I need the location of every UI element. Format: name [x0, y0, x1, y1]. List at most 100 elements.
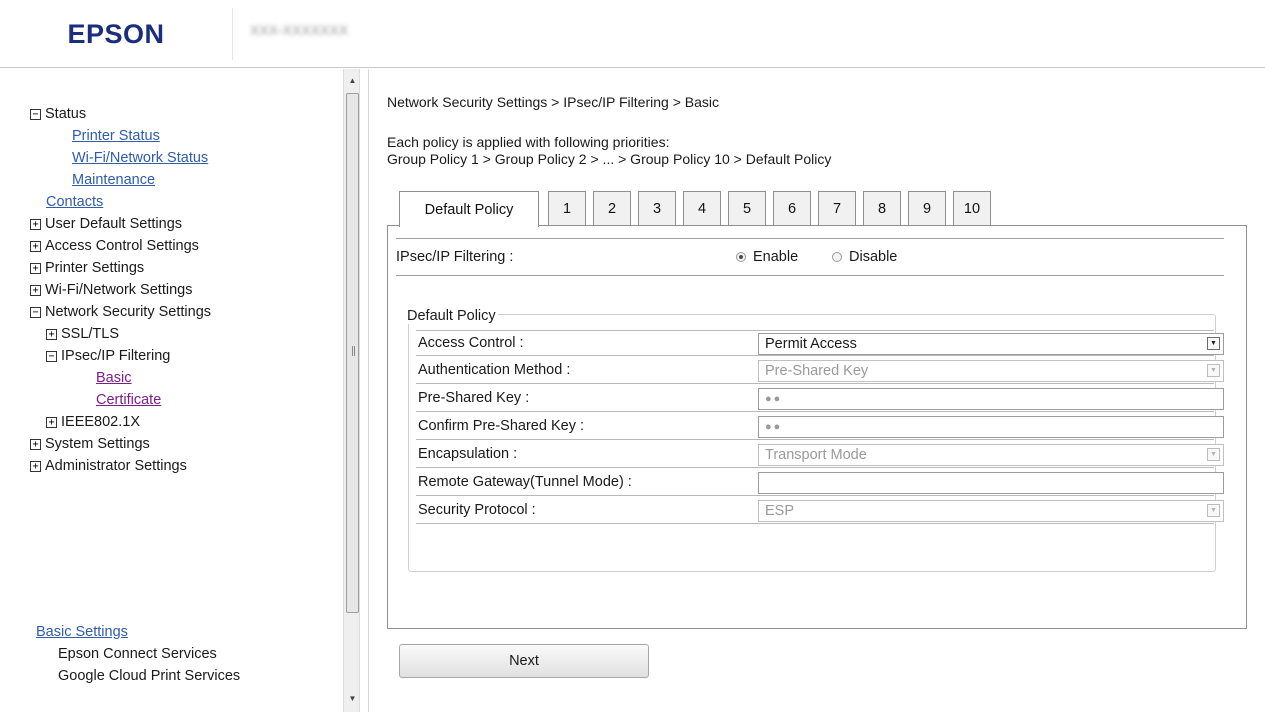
policy-field-row: Pre-Shared Key : ●●: [416, 386, 1224, 412]
expand-icon[interactable]: +: [46, 416, 57, 428]
policy-field-value: Pre-Shared Key: [765, 363, 869, 379]
expand-icon[interactable]: +: [46, 328, 57, 340]
policy-field-row: Confirm Pre-Shared Key : ●●: [416, 414, 1224, 440]
sidebar-item-label[interactable]: IEEE802.1X: [61, 411, 140, 433]
priority-intro: Each policy is applied with following pr…: [387, 134, 670, 150]
disable-radio-option[interactable]: Disable: [832, 249, 897, 265]
tab-group-policy-7[interactable]: 7: [818, 191, 856, 225]
password-input[interactable]: ●●: [758, 388, 1224, 410]
logo-container: EPSON: [0, 0, 232, 68]
chevron-down-icon: ▼: [1207, 364, 1220, 377]
expand-icon[interactable]: +: [30, 438, 41, 450]
epson-logo: EPSON: [67, 18, 165, 49]
policy-field-row: Authentication Method : Pre-Shared Key ▼: [416, 358, 1224, 384]
policy-select: Transport Mode ▼: [758, 444, 1224, 466]
sidebar-item-label[interactable]: Wi-Fi/Network Settings: [45, 279, 192, 301]
sidebar-item-label[interactable]: Printer Status: [72, 125, 160, 147]
scrollbar-thumb[interactable]: [346, 93, 359, 613]
tab-group-policy-5[interactable]: 5: [728, 191, 766, 225]
policy-field-value: Permit Access: [765, 336, 857, 352]
policy-field-row: Security Protocol : ESP ▼: [416, 498, 1224, 524]
sidebar-row: + User Default Settings: [30, 213, 211, 235]
sidebar-item-label[interactable]: Status: [45, 103, 86, 125]
sidebar-item-label[interactable]: Contacts: [46, 191, 103, 213]
policy-field-label: Remote Gateway(Tunnel Mode) :: [418, 474, 632, 490]
sidebar-row: Maintenance: [30, 169, 211, 191]
sidebar-item-label[interactable]: Certificate: [96, 389, 161, 411]
policy-field-label: Pre-Shared Key :: [418, 390, 530, 406]
policy-field-row: Encapsulation : Transport Mode ▼: [416, 442, 1224, 468]
sidebar-row: Basic: [30, 367, 211, 389]
sidebar-scrollbar[interactable]: ▲ ▼: [343, 69, 360, 712]
next-button[interactable]: Next: [399, 644, 649, 678]
policy-field-value: ●●: [765, 393, 783, 405]
disable-radio[interactable]: [832, 252, 842, 262]
text-input[interactable]: [758, 472, 1224, 494]
sidebar-item-label[interactable]: Access Control Settings: [45, 235, 199, 257]
policy-select: ESP ▼: [758, 500, 1224, 522]
policy-field-label: Encapsulation :: [418, 446, 518, 462]
tab-group-policy-6[interactable]: 6: [773, 191, 811, 225]
sidebar-item-label[interactable]: IPsec/IP Filtering: [61, 345, 170, 367]
sidebar-item-google-cloud-print[interactable]: Google Cloud Print Services: [58, 668, 240, 684]
tab-group-policy-1[interactable]: 1: [548, 191, 586, 225]
policy-select[interactable]: Permit Access ▼: [758, 333, 1224, 355]
sidebar-item-epson-connect[interactable]: Epson Connect Services: [58, 646, 217, 662]
tab-default-policy[interactable]: Default Policy: [399, 191, 539, 227]
sidebar-item-label[interactable]: Maintenance: [72, 169, 155, 191]
header-divider: [232, 8, 233, 60]
header-bar: EPSON XXX-XXXXXXX: [0, 0, 1265, 68]
policy-field-value: ●●: [765, 421, 783, 433]
sidebar-row: + Printer Settings: [30, 257, 211, 279]
sidebar-item-label[interactable]: Network Security Settings: [45, 301, 211, 323]
sidebar-row: − Network Security Settings: [30, 301, 211, 323]
tab-group-policy-4[interactable]: 4: [683, 191, 721, 225]
sidebar-item-label[interactable]: System Settings: [45, 433, 150, 455]
expand-icon[interactable]: +: [30, 262, 41, 274]
expand-icon[interactable]: +: [30, 240, 41, 252]
printer-model-name: XXX-XXXXXXX: [250, 22, 349, 38]
expand-icon[interactable]: +: [30, 284, 41, 296]
enable-radio-option[interactable]: Enable: [736, 249, 798, 265]
expand-icon[interactable]: +: [30, 460, 41, 472]
sidebar-item-label[interactable]: Wi-Fi/Network Status: [72, 147, 208, 169]
sidebar-row: + SSL/TLS: [30, 323, 211, 345]
tab-group-policy-10[interactable]: 10: [953, 191, 991, 225]
basic-settings-section: Basic Settings Epson Connect Services Go…: [36, 621, 240, 687]
collapse-icon[interactable]: −: [30, 108, 41, 120]
policy-select: Pre-Shared Key ▼: [758, 360, 1224, 382]
policy-panel: IPsec/IP Filtering : Enable Disable Defa…: [387, 225, 1247, 629]
expand-icon[interactable]: +: [30, 218, 41, 230]
sidebar-item-label[interactable]: User Default Settings: [45, 213, 182, 235]
sidebar-row: Contacts: [30, 191, 211, 213]
sidebar-row: + Administrator Settings: [30, 455, 211, 477]
sidebar-row: − IPsec/IP Filtering: [30, 345, 211, 367]
grip-icon: [352, 346, 355, 356]
tab-group-policy-8[interactable]: 8: [863, 191, 901, 225]
sidebar-item-label[interactable]: Basic: [96, 367, 131, 389]
sidebar-item-label[interactable]: SSL/TLS: [61, 323, 119, 345]
sidebar-row: + IEEE802.1X: [30, 411, 211, 433]
tab-group-policy-2[interactable]: 2: [593, 191, 631, 225]
collapse-icon[interactable]: −: [30, 306, 41, 318]
breadcrumb: Network Security Settings > IPsec/IP Fil…: [387, 94, 719, 110]
basic-settings-link[interactable]: Basic Settings: [36, 624, 128, 640]
chevron-down-icon: ▼: [1207, 504, 1220, 517]
collapse-icon[interactable]: −: [46, 350, 57, 362]
tab-group-policy-3[interactable]: 3: [638, 191, 676, 225]
sidebar-item-label[interactable]: Printer Settings: [45, 257, 144, 279]
down-arrow-icon[interactable]: ▼: [347, 693, 358, 705]
policy-field-label: Security Protocol :: [418, 502, 536, 518]
sidebar-nav: − Status Printer Status Wi-Fi/Network Statu…: [0, 69, 342, 712]
priority-order: Group Policy 1 > Group Policy 2 > ... > …: [387, 151, 832, 167]
enable-radio[interactable]: [736, 252, 746, 262]
chevron-down-icon[interactable]: ▼: [1207, 337, 1220, 350]
tab-group-policy-9[interactable]: 9: [908, 191, 946, 225]
sidebar-row: + Wi-Fi/Network Settings: [30, 279, 211, 301]
sidebar-item-label[interactable]: Administrator Settings: [45, 455, 187, 477]
up-arrow-icon[interactable]: ▲: [347, 75, 358, 87]
sidebar-row: + System Settings: [30, 433, 211, 455]
policy-field-value: Transport Mode: [765, 447, 867, 463]
sidebar-row: − Status: [30, 103, 211, 125]
password-input[interactable]: ●●: [758, 416, 1224, 438]
